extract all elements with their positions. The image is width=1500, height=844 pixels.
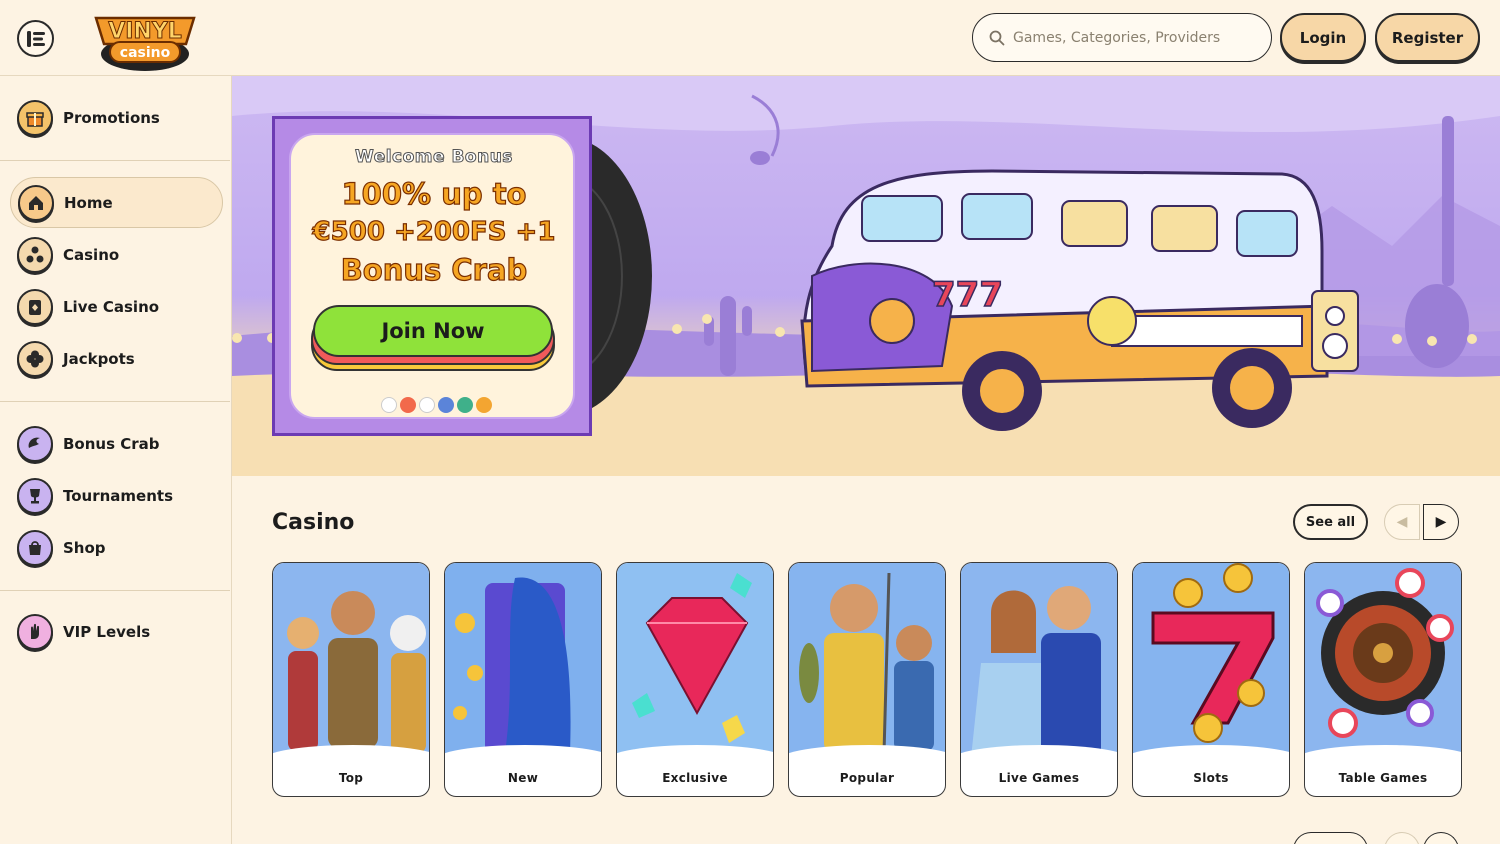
sidebar-item-home[interactable]: Home	[10, 177, 223, 228]
sidebar-divider	[0, 590, 230, 591]
payment-methods	[381, 397, 492, 413]
register-button[interactable]: Register	[1375, 13, 1480, 62]
top-header: VINYL casino Login Register	[0, 0, 1500, 76]
sidebar-divider	[0, 401, 230, 402]
sidebar-item-jackpots[interactable]: Jackpots	[10, 333, 223, 384]
bonus-headline-line: €500 +200FS +1	[312, 216, 556, 247]
category-card-live-games[interactable]: Live Games	[960, 562, 1118, 797]
carousel-prev-button[interactable]: ◀	[1384, 504, 1420, 540]
trophy-icon	[17, 477, 53, 514]
category-card-table-games[interactable]: Table Games	[1304, 562, 1462, 797]
visa-icon	[381, 397, 397, 413]
sidebar-item-label: Tournaments	[63, 486, 174, 505]
tether-icon	[457, 397, 473, 413]
dice-icon	[17, 236, 53, 273]
category-card-label: Table Games	[1338, 771, 1428, 785]
bonus-headline-line: Bonus Crab	[340, 252, 528, 287]
sidebar-item-label: Promotions	[63, 108, 160, 127]
bank-icon	[419, 397, 435, 413]
fishermen-art	[789, 563, 945, 758]
sidebar-item-label: Casino	[63, 245, 120, 264]
category-card-new[interactable]: New	[444, 562, 602, 797]
bonus-subtitle: Welcome Bonus	[355, 147, 513, 168]
live-hosts-art	[961, 563, 1117, 758]
hero-banner[interactable]: 777 Welcome Bonus 100% up to €500 +200FS…	[232, 76, 1500, 476]
sidebar-item-label: Home	[64, 193, 113, 212]
sidebar-item-label: Jackpots	[63, 349, 135, 368]
join-now-button[interactable]: Join Now	[309, 305, 557, 375]
shopping-bag-icon	[17, 529, 53, 566]
login-button[interactable]: Login	[1280, 13, 1366, 62]
category-card-label: Popular	[839, 771, 895, 785]
category-card-top[interactable]: Top	[272, 562, 430, 797]
svg-text:casino: casino	[120, 45, 171, 61]
sidebar-divider	[0, 160, 230, 161]
sidebar-item-vip-levels[interactable]: VIP Levels	[10, 606, 223, 657]
category-card-popular[interactable]: Popular	[788, 562, 946, 797]
category-card-label: Top	[338, 771, 364, 785]
next-section-prev-button[interactable]	[1384, 832, 1420, 844]
next-section-next-button[interactable]	[1423, 832, 1459, 844]
roulette-wheel-art	[1305, 563, 1461, 758]
gem-diamond-art	[617, 563, 773, 758]
hand-icon	[17, 613, 53, 650]
svg-text:VINYL: VINYL	[108, 19, 182, 44]
welcome-bonus-panel: Welcome Bonus 100% up to €500 +200FS +1 …	[289, 133, 575, 419]
chevron-right-icon: ▶	[1435, 514, 1447, 530]
sidebar-item-tournaments[interactable]: Tournaments	[10, 470, 223, 521]
category-card-slots[interactable]: Slots	[1132, 562, 1290, 797]
sidebar-item-shop[interactable]: Shop	[10, 522, 223, 573]
category-card-label: Exclusive	[662, 771, 728, 785]
search-icon	[989, 30, 1005, 45]
sidebar-item-label: Shop	[63, 538, 106, 557]
sidebar-item-bonus-crab[interactable]: Bonus Crab	[10, 418, 223, 469]
crab-claw-icon	[17, 425, 53, 462]
menu-icon	[26, 30, 45, 47]
category-card-label: Live Games	[998, 771, 1080, 785]
sidebar: Promotions Home Casino Live Casino Jackp…	[0, 76, 232, 844]
category-card-label: Slots	[1193, 771, 1229, 785]
sidebar-item-promotions[interactable]: Promotions	[10, 92, 223, 143]
adventurer-gods-art	[273, 563, 429, 758]
join-now-label: Join Now	[313, 305, 553, 357]
ethereum-icon	[438, 397, 454, 413]
casino-section-title: Casino	[272, 510, 355, 535]
sidebar-item-label: Live Casino	[63, 297, 160, 316]
gift-icon	[17, 99, 53, 136]
lucky-seven-art	[1133, 563, 1289, 758]
carousel-next-button[interactable]: ▶	[1423, 504, 1459, 540]
category-card-exclusive[interactable]: Exclusive	[616, 562, 774, 797]
search-input[interactable]	[1013, 29, 1253, 46]
sidebar-item-casino[interactable]: Casino	[10, 229, 223, 280]
chevron-left-icon: ◀	[1396, 514, 1408, 530]
see-all-button[interactable]: See all	[1293, 504, 1368, 540]
home-icon	[18, 184, 54, 221]
bonus-headline: 100% up to €500 +200FS +1 Bonus Crab	[291, 175, 577, 289]
vinyl-casino-logo[interactable]: VINYL casino	[88, 4, 202, 72]
cards-icon	[17, 288, 53, 325]
next-section-see-all-button[interactable]	[1293, 832, 1368, 844]
sidebar-item-live-casino[interactable]: Live Casino	[10, 281, 223, 332]
menu-toggle-button[interactable]	[17, 20, 54, 57]
bonus-headline-line: 100% up to	[341, 176, 527, 211]
sidebar-item-label: Bonus Crab	[63, 434, 160, 453]
category-card-label: New	[507, 771, 539, 785]
clover-icon	[17, 340, 53, 377]
mastercard-icon	[400, 397, 416, 413]
search-box[interactable]	[972, 13, 1272, 62]
svg-text:777: 777	[932, 275, 1003, 315]
bitcoin-icon	[476, 397, 492, 413]
welcome-bonus-card: Welcome Bonus 100% up to €500 +200FS +1 …	[272, 116, 592, 436]
main-content: 777 Welcome Bonus 100% up to €500 +200FS…	[232, 76, 1500, 844]
sidebar-item-label: VIP Levels	[63, 622, 151, 641]
slot-machine-reveal-art	[445, 563, 601, 758]
